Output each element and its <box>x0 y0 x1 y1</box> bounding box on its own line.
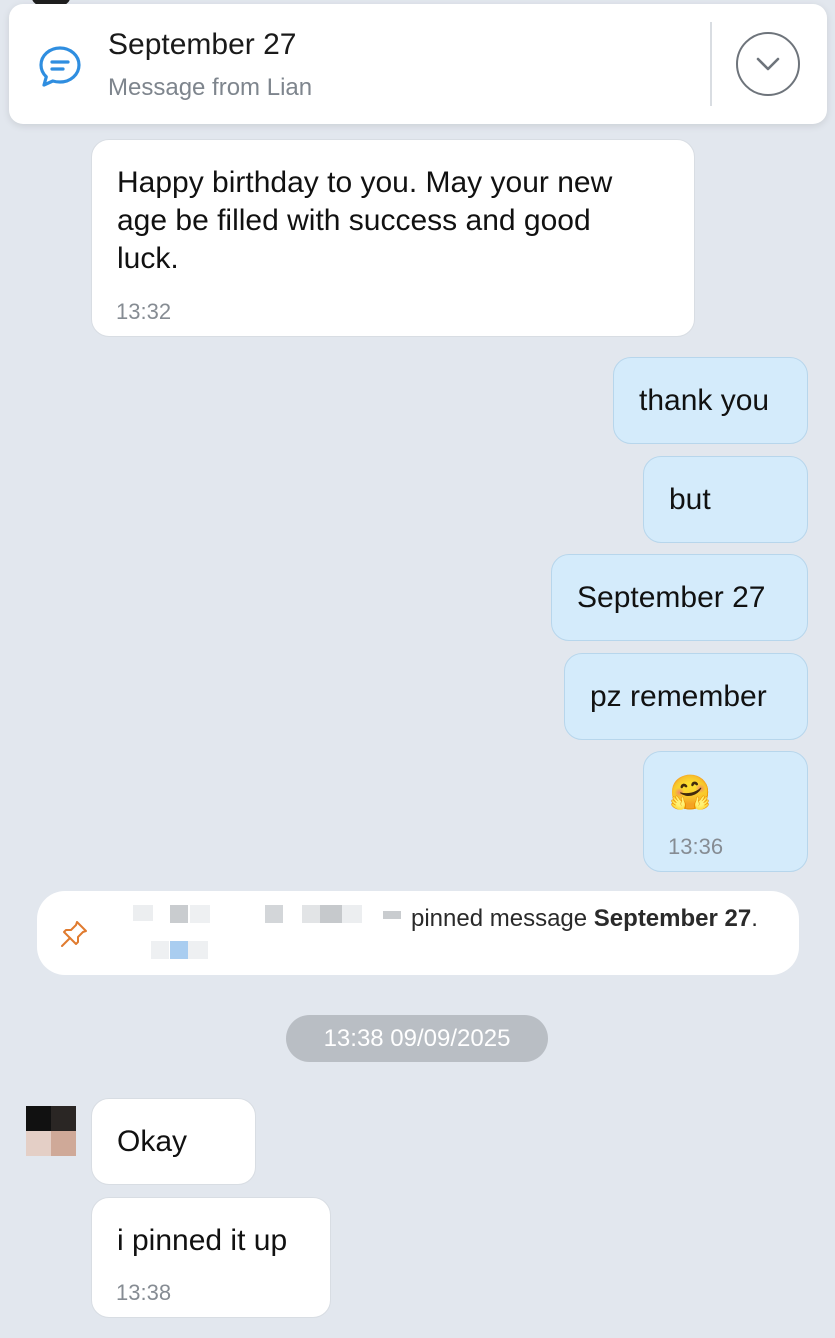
message-time: 13:36 <box>668 834 724 859</box>
redacted-name <box>302 905 320 923</box>
pinned-message-link[interactable]: September 27 <box>594 905 751 932</box>
message-bubble[interactable]: Happy birthday to you. May your new age … <box>91 139 695 337</box>
avatar[interactable] <box>26 1106 76 1156</box>
redacted-name <box>190 905 210 923</box>
message-bubble[interactable]: thank you <box>613 357 808 444</box>
chat-bubble-icon <box>37 44 83 90</box>
redacted-name <box>170 941 188 959</box>
message-bubble[interactable]: pz remember <box>564 653 808 740</box>
redacted-name <box>188 941 208 959</box>
redacted-name <box>320 905 342 923</box>
redacted-name <box>170 905 188 923</box>
pinned-notice-text: pinned message September 27. <box>411 905 758 932</box>
pinned-message-banner[interactable]: September 27 Message from Lian <box>9 4 827 124</box>
pin-icon <box>59 919 89 949</box>
pinned-message-notice[interactable]: pinned message September 27. <box>37 891 799 975</box>
emoji-hugging-face: 🤗 <box>669 774 712 812</box>
message-text: Happy birthday to you. May your new age … <box>117 166 613 275</box>
chevron-down-icon <box>756 57 780 71</box>
message-bubble[interactable]: but <box>643 456 808 543</box>
expand-pinned-button[interactable] <box>736 32 800 96</box>
redacted-name <box>265 905 283 923</box>
pinned-banner-subtitle: Message from Lian <box>108 74 313 101</box>
message-text: September 27 <box>577 581 766 614</box>
message-bubble[interactable]: September 27 <box>551 554 808 641</box>
redacted-name <box>133 905 153 921</box>
message-text: pz remember <box>590 680 767 713</box>
banner-divider <box>710 22 712 106</box>
pinned-banner-title: September 27 <box>108 28 297 61</box>
date-separator: 13:38 09/09/2025 <box>286 1015 548 1062</box>
message-text: Okay <box>117 1125 188 1158</box>
message-text: i pinned it up <box>117 1224 288 1257</box>
redacted-name <box>151 941 169 959</box>
message-bubble[interactable]: i pinned it up 13:38 <box>91 1197 331 1318</box>
message-text: thank you <box>639 384 770 417</box>
redacted-name <box>342 905 362 923</box>
message-time: 13:32 <box>116 299 172 324</box>
message-time: 13:38 <box>116 1280 172 1305</box>
message-bubble[interactable]: 🤗 13:36 <box>643 751 808 872</box>
redacted-name <box>383 911 401 919</box>
message-bubble[interactable]: Okay <box>91 1098 256 1185</box>
message-text: but <box>669 483 711 516</box>
